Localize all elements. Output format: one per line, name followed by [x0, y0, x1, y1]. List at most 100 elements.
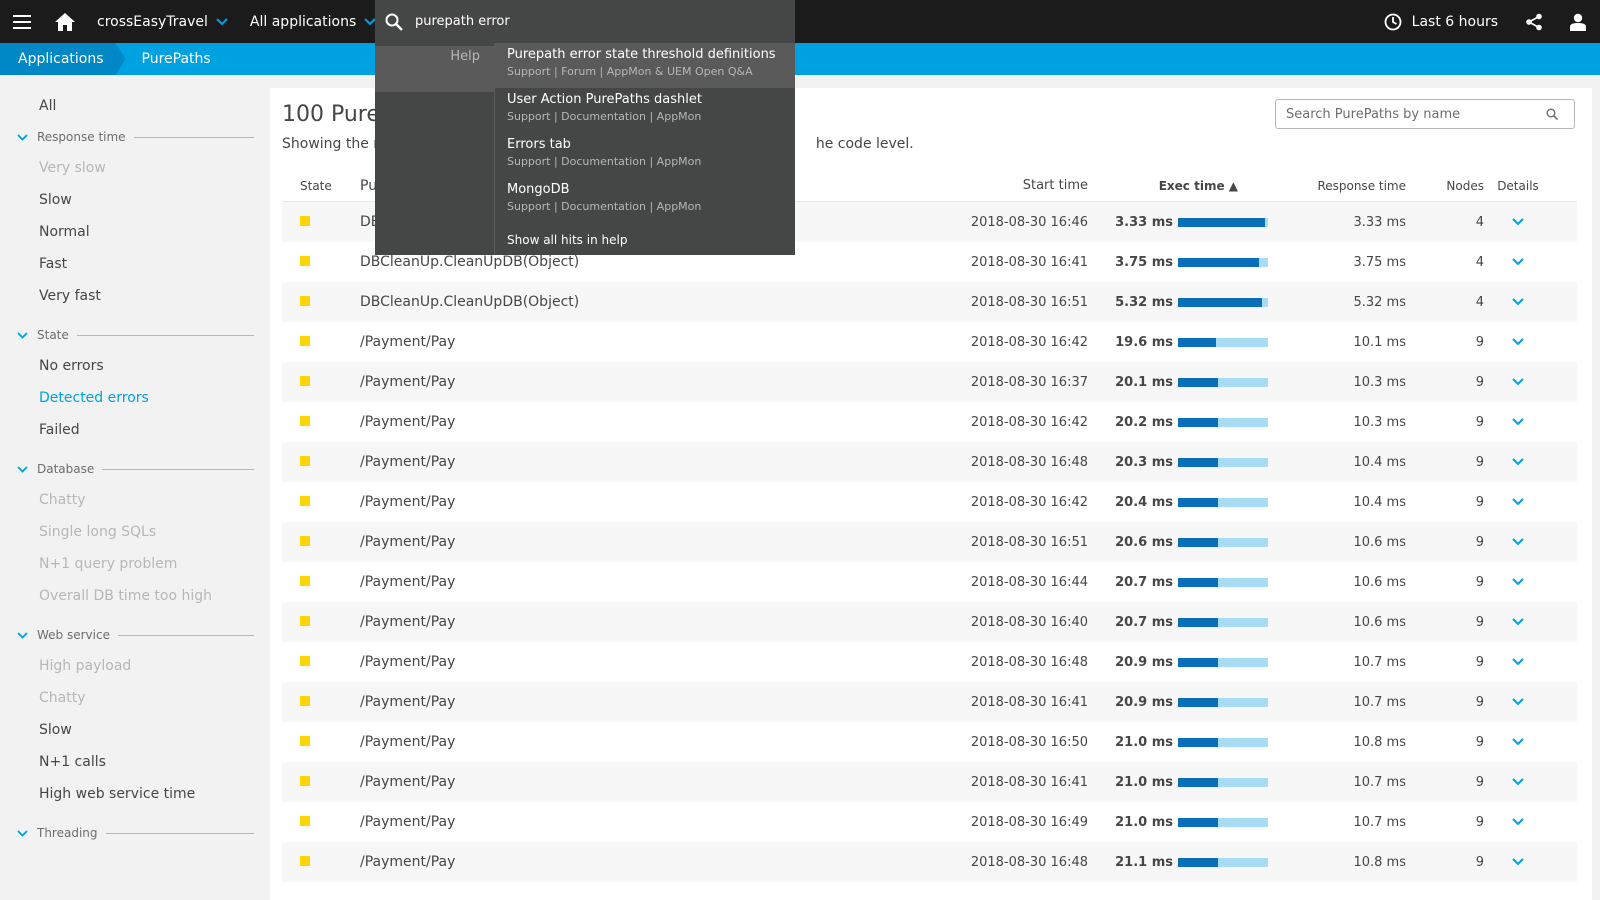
global-search-input[interactable]	[415, 14, 765, 29]
details-expand-button[interactable]	[1488, 734, 1548, 750]
table-row[interactable]: /Payment/Pay 2018-08-30 16:41 21.0 ms 10.7 …	[282, 762, 1577, 802]
column-nodes[interactable]: Nodes	[1418, 179, 1488, 193]
menu-button[interactable]	[0, 0, 43, 43]
table-row[interactable]: /Payment/Pay 2018-08-30 16:51 20.6 ms 10.6 …	[282, 522, 1577, 562]
table-row[interactable]: /Payment/Pay 2018-08-30 16:41 20.9 ms 10.7 …	[282, 682, 1577, 722]
suggestion-item[interactable]: MongoDB Support | Documentation | AppMon	[495, 178, 795, 223]
search-icon[interactable]	[1546, 108, 1558, 120]
details-expand-button[interactable]	[1488, 694, 1548, 710]
purepath-name[interactable]: /Payment/Pay	[360, 534, 960, 550]
filter-group-database[interactable]: Database	[0, 454, 270, 484]
details-expand-button[interactable]	[1488, 814, 1548, 830]
filter-n1-query-problem[interactable]: N+1 query problem	[0, 548, 270, 580]
table-row[interactable]: /Payment/Pay 2018-08-30 16:48 20.3 ms 10.4 …	[282, 442, 1577, 482]
purepath-name[interactable]: /Payment/Pay	[360, 654, 960, 670]
breadcrumb-purepaths[interactable]: PurePaths	[126, 43, 229, 75]
details-expand-button[interactable]	[1488, 534, 1548, 550]
filter-high-payload[interactable]: High payload	[0, 650, 270, 682]
filter-group-response-time[interactable]: Response time	[0, 122, 270, 152]
filter-slow[interactable]: Slow	[0, 184, 270, 216]
nodes-count: 9	[1475, 574, 1484, 590]
purepath-name[interactable]: /Payment/Pay	[360, 414, 960, 430]
column-exec-time[interactable]: Exec time ▲	[1088, 179, 1268, 193]
filter-group-threading[interactable]: Threading	[0, 818, 270, 848]
purepath-name[interactable]: /Payment/Pay	[360, 774, 960, 790]
filter-overall-db-time[interactable]: Overall DB time too high	[0, 580, 270, 612]
purepath-name[interactable]: DBCleanUp.CleanUpDB(Object)	[360, 294, 960, 310]
purepath-name[interactable]: /Payment/Pay	[360, 454, 960, 470]
filter-detected-errors[interactable]: Detected errors	[0, 382, 270, 414]
exec-time: 20.9 ms	[1115, 694, 1173, 710]
column-start-time[interactable]: Start time	[960, 178, 1088, 193]
details-expand-button[interactable]	[1488, 614, 1548, 630]
table-row[interactable]: /Payment/Pay 2018-08-30 16:44 20.7 ms 10.6 …	[282, 562, 1577, 602]
filter-n1-calls[interactable]: N+1 calls	[0, 746, 270, 778]
details-expand-button[interactable]	[1488, 854, 1548, 870]
details-expand-button[interactable]	[1488, 414, 1548, 430]
exec-time-bar-fill	[1178, 417, 1218, 427]
table-row[interactable]: /Payment/Pay 2018-08-30 16:48 21.1 ms 10.8 …	[282, 842, 1577, 882]
column-state[interactable]: State	[282, 179, 360, 193]
purepath-name[interactable]: /Payment/Pay	[360, 574, 960, 590]
purepath-name[interactable]: /Payment/Pay	[360, 734, 960, 750]
suggestion-item[interactable]: User Action PurePaths dashlet Support | …	[495, 88, 795, 133]
details-expand-button[interactable]	[1488, 494, 1548, 510]
details-expand-button[interactable]	[1488, 254, 1548, 270]
chevron-down-icon	[1512, 378, 1524, 386]
response-time: 3.33 ms	[1353, 214, 1406, 230]
filter-very-fast[interactable]: Very fast	[0, 280, 270, 312]
purepath-name[interactable]: /Payment/Pay	[360, 614, 960, 630]
purepath-name[interactable]: /Payment/Pay	[360, 854, 960, 870]
details-expand-button[interactable]	[1488, 334, 1548, 350]
details-expand-button[interactable]	[1488, 454, 1548, 470]
filter-failed[interactable]: Failed	[0, 414, 270, 446]
table-row[interactable]: /Payment/Pay 2018-08-30 16:40 20.7 ms 10.6 …	[282, 602, 1577, 642]
user-menu-button[interactable]	[1556, 0, 1600, 43]
details-expand-button[interactable]	[1488, 574, 1548, 590]
filter-group-web-service[interactable]: Web service	[0, 620, 270, 650]
all-applications-selector[interactable]: All applications	[240, 0, 390, 43]
purepath-name[interactable]: /Payment/Pay	[360, 374, 960, 390]
filter-all[interactable]: All	[0, 90, 270, 122]
breadcrumb-applications[interactable]: Applications	[0, 43, 126, 75]
suggestion-item[interactable]: Purepath error state threshold definitio…	[495, 43, 795, 88]
column-response-time[interactable]: Response time	[1268, 179, 1418, 193]
table-row[interactable]: DBCleanUp.CleanUpDB(Object) 2018-08-30 16…	[282, 282, 1577, 322]
table-row[interactable]: /Payment/Pay 2018-08-30 16:42 20.4 ms 10.4 …	[282, 482, 1577, 522]
exec-time-bar-fill	[1178, 697, 1218, 707]
filter-normal[interactable]: Normal	[0, 216, 270, 248]
table-row[interactable]: /Payment/Pay 2018-08-30 16:49 21.0 ms 10.7 …	[282, 802, 1577, 842]
purepath-name[interactable]: /Payment/Pay	[360, 334, 960, 350]
filter-group-state[interactable]: State	[0, 320, 270, 350]
table-row[interactable]: /Payment/Pay 2018-08-30 16:42 19.6 ms 10.1 …	[282, 322, 1577, 362]
details-expand-button[interactable]	[1488, 654, 1548, 670]
filter-very-slow[interactable]: Very slow	[0, 152, 270, 184]
share-button[interactable]	[1512, 0, 1556, 43]
purepath-name[interactable]: /Payment/Pay	[360, 494, 960, 510]
filter-high-web-service-time[interactable]: High web service time	[0, 778, 270, 810]
table-row[interactable]: /Payment/Pay 2018-08-30 16:48 20.9 ms 10.7 …	[282, 642, 1577, 682]
table-row[interactable]: /Payment/Pay 2018-08-30 16:42 20.2 ms 10.3 …	[282, 402, 1577, 442]
state-cell	[282, 375, 360, 390]
filter-single-long-sqls[interactable]: Single long SQLs	[0, 516, 270, 548]
purepath-search-input[interactable]	[1286, 106, 1546, 122]
app-selector[interactable]: crossEasyTravel	[87, 0, 240, 43]
details-expand-button[interactable]	[1488, 774, 1548, 790]
purepath-name[interactable]: /Payment/Pay	[360, 694, 960, 710]
purepath-name[interactable]: DBCleanUp.CleanUpDB(Object)	[360, 254, 960, 270]
filter-db-chatty[interactable]: Chatty	[0, 484, 270, 516]
show-all-hits-link[interactable]: Show all hits in help	[495, 223, 795, 247]
filter-fast[interactable]: Fast	[0, 248, 270, 280]
details-expand-button[interactable]	[1488, 374, 1548, 390]
purepath-name[interactable]: /Payment/Pay	[360, 814, 960, 830]
details-expand-button[interactable]	[1488, 294, 1548, 310]
filter-no-errors[interactable]: No errors	[0, 350, 270, 382]
suggestion-item[interactable]: Errors tab Support | Documentation | App…	[495, 133, 795, 178]
table-row[interactable]: /Payment/Pay 2018-08-30 16:37 20.1 ms 10.3 …	[282, 362, 1577, 402]
timeframe-selector[interactable]: Last 6 hours	[1372, 0, 1512, 43]
table-row[interactable]: /Payment/Pay 2018-08-30 16:50 21.0 ms 10.8 …	[282, 722, 1577, 762]
home-button[interactable]	[43, 0, 87, 43]
filter-ws-chatty[interactable]: Chatty	[0, 682, 270, 714]
filter-ws-slow[interactable]: Slow	[0, 714, 270, 746]
details-expand-button[interactable]	[1488, 214, 1548, 230]
